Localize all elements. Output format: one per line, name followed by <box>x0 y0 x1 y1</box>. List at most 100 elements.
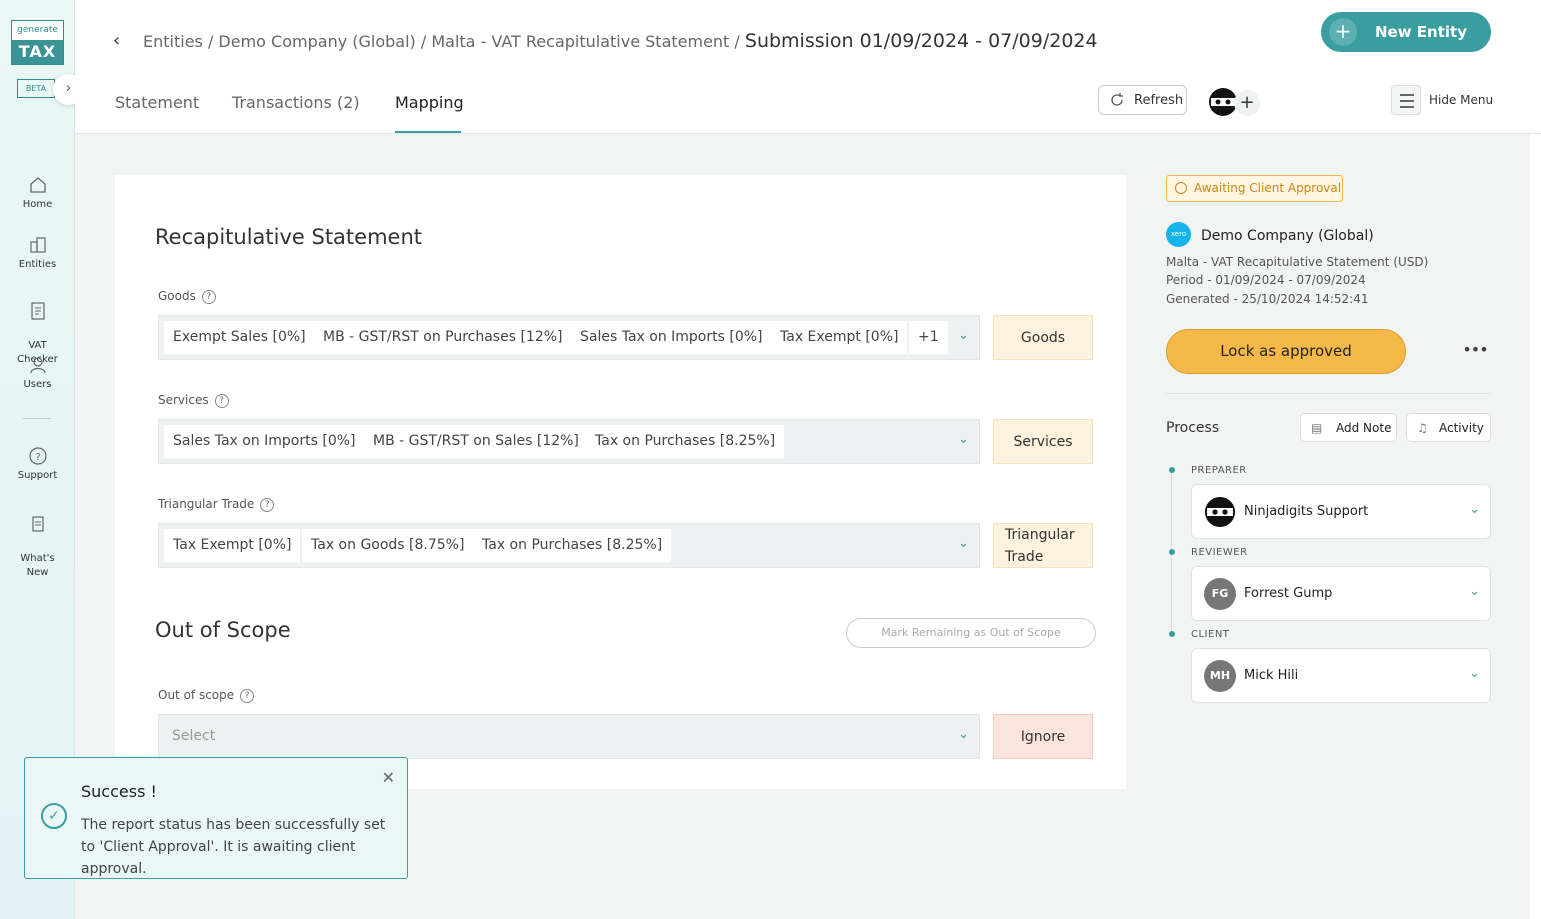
add-note-button[interactable]: ▤ Add Note <box>1300 413 1397 442</box>
client-select[interactable]: MH Mick Hili ⌄ <box>1191 648 1491 703</box>
sidebar-item-label: Home <box>22 199 53 210</box>
timeline-dot <box>1169 467 1175 473</box>
sidebar-item-users[interactable]: Users <box>0 355 75 390</box>
plus-icon: + <box>1329 18 1357 46</box>
triangular-chip: Tax on Goods [8.75%] <box>302 529 474 562</box>
role-label-client: CLIENT <box>1191 629 1230 640</box>
report-generated: Generated - 25/10/2024 14:52:41 <box>1166 292 1369 306</box>
toast-title: Success ! <box>81 782 157 801</box>
services-label: Services? <box>158 393 229 408</box>
sidebar-item-entities[interactable]: Entities <box>0 235 75 270</box>
out-of-scope-select[interactable]: Select ⌄ <box>158 714 980 759</box>
select-placeholder: Select <box>172 728 216 744</box>
logo-top-text: generate <box>17 25 58 35</box>
add-user-button[interactable]: + <box>1234 90 1260 116</box>
activity-label: Activity <box>1439 421 1484 435</box>
back-arrow-icon[interactable]: ‹ <box>113 30 120 51</box>
hide-menu-label: Hide Menu <box>1429 93 1494 107</box>
breadcrumb-path[interactable]: Entities / Demo Company (Global) / Malta… <box>143 32 745 51</box>
logo-bottom-text: TAX <box>12 40 63 64</box>
timeline-dot <box>1169 631 1175 637</box>
triangular-label-text: Triangular Trade <box>158 497 255 511</box>
help-icon[interactable]: ? <box>201 289 216 304</box>
reviewer-select[interactable]: FG Forrest Gump ⌄ <box>1191 566 1491 621</box>
services-label-text: Services <box>158 393 209 407</box>
goods-tag: Goods <box>993 315 1093 360</box>
status-text: Awaiting Client Approval <box>1194 181 1342 195</box>
news-icon <box>31 516 44 532</box>
services-chip: MB - GST/RST on Sales [12%] <box>364 425 588 458</box>
goods-label-text: Goods <box>158 289 196 303</box>
beta-badge: BETA <box>17 79 55 98</box>
success-toast: ✓ Success ! The report status has been s… <box>24 757 408 879</box>
tab-mapping[interactable]: Mapping <box>395 93 464 112</box>
preparer-select[interactable]: Ninjadigits Support ⌄ <box>1191 484 1491 539</box>
svg-text:?: ? <box>35 452 40 463</box>
triangular-multiselect[interactable]: Tax Exempt [0%] Tax on Goods [8.75%] Tax… <box>158 523 980 568</box>
refresh-icon <box>1111 93 1123 106</box>
person-name: Forrest Gump <box>1244 586 1333 601</box>
chevron-down-icon[interactable]: ⌄ <box>958 328 969 343</box>
process-title: Process <box>1166 420 1220 436</box>
chevron-down-icon: ⌄ <box>1469 502 1480 517</box>
ignore-tag: Ignore <box>993 714 1093 759</box>
triangular-tag-line1: Triangular <box>1005 527 1075 543</box>
tab-transactions[interactable]: Transactions (2) <box>232 93 360 112</box>
mark-remaining-button[interactable]: Mark Remaining as Out of Scope <box>846 618 1096 648</box>
goods-label: Goods? <box>158 289 216 304</box>
sidebar-item-support[interactable]: ? Support <box>0 446 75 481</box>
help-icon[interactable]: ? <box>260 497 275 512</box>
role-label-preparer: PREPARER <box>1191 465 1247 476</box>
sidebar-divider <box>23 418 51 419</box>
avatar: FG <box>1204 578 1236 610</box>
chevron-down-icon[interactable]: ⌄ <box>958 536 969 551</box>
clock-icon <box>1175 182 1187 194</box>
more-options-button[interactable]: ••• <box>1458 339 1492 365</box>
new-entity-button[interactable]: + New Entity <box>1321 12 1491 52</box>
services-tag: Services <box>993 419 1093 464</box>
sidebar-item-whats-new[interactable]: What's New <box>0 500 75 580</box>
generate-tax-logo[interactable]: generate TAX <box>11 20 64 65</box>
goods-more-chip[interactable]: +1 <box>909 321 948 354</box>
lock-as-approved-button[interactable]: Lock as approved <box>1166 329 1406 374</box>
divider <box>1166 393 1491 394</box>
xero-icon: xero <box>1166 222 1191 247</box>
sidebar-item-label: Support <box>17 470 58 481</box>
hamburger-icon <box>1391 85 1421 115</box>
active-tab-indicator <box>395 131 461 133</box>
refresh-label: Refresh <box>1134 93 1184 108</box>
triangular-tag-line2: Trade <box>1005 549 1044 565</box>
services-chip: Sales Tax on Imports [0%] <box>164 425 365 458</box>
role-label-reviewer: REVIEWER <box>1191 547 1248 558</box>
check-circle-icon: ✓ <box>41 803 67 829</box>
company-name: Demo Company (Global) <box>1201 228 1374 244</box>
activity-button[interactable]: ♫ Activity <box>1406 413 1491 442</box>
sidebar-item-label: Users <box>23 379 52 390</box>
chevron-down-icon[interactable]: ⌄ <box>958 432 969 447</box>
status-badge: Awaiting Client Approval <box>1166 175 1343 202</box>
building-icon <box>29 237 46 253</box>
refresh-button[interactable]: Refresh <box>1098 85 1187 115</box>
chevron-down-icon[interactable]: ⌄ <box>958 727 969 742</box>
close-icon[interactable]: ✕ <box>382 768 395 787</box>
timeline-dot <box>1169 549 1175 555</box>
person-name: Ninjadigits Support <box>1244 504 1369 519</box>
goods-chip: Sales Tax on Imports [0%] <box>571 321 772 354</box>
goods-chip: MB - GST/RST on Purchases [12%] <box>314 321 572 354</box>
note-icon: ▤ <box>1311 421 1323 435</box>
triangular-chip: Tax Exempt [0%] <box>164 529 301 562</box>
help-icon[interactable]: ? <box>214 393 229 408</box>
report-period: Period - 01/09/2024 - 07/09/2024 <box>1166 273 1366 287</box>
triangular-chip: Tax on Purchases [8.25%] <box>473 529 672 562</box>
user-icon <box>29 357 46 374</box>
out-of-scope-label: Out of scope? <box>158 688 255 703</box>
tab-statement[interactable]: Statement <box>115 93 199 112</box>
sidebar-item-home[interactable]: Home <box>0 175 75 210</box>
goods-multiselect[interactable]: Exempt Sales [0%] MB - GST/RST on Purcha… <box>158 315 980 360</box>
toast-message: The report status has been successfully … <box>81 817 386 877</box>
help-icon[interactable]: ? <box>240 688 255 703</box>
home-icon <box>29 177 46 193</box>
scrollbar[interactable] <box>1530 134 1541 919</box>
goods-chip: Exempt Sales [0%] <box>164 321 315 354</box>
services-multiselect[interactable]: Sales Tax on Imports [0%] MB - GST/RST o… <box>158 419 980 464</box>
